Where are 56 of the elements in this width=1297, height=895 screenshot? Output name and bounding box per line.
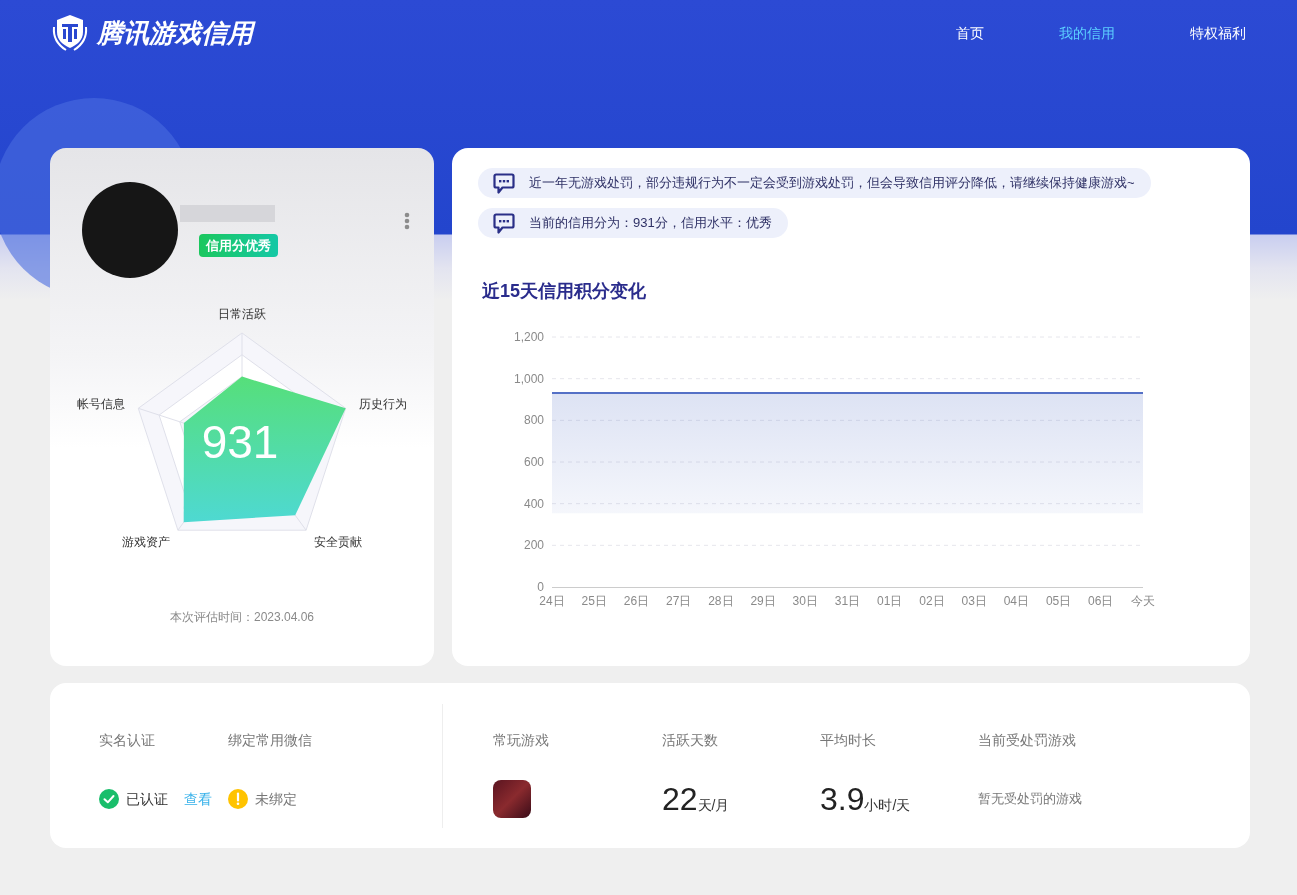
x-axis-label: 30日 <box>792 594 818 608</box>
nav-link[interactable]: 首页 <box>956 23 984 43</box>
y-axis-label: 0 <box>537 580 544 594</box>
radar-axis-label: 安全贡献 <box>314 534 363 549</box>
y-axis-label: 1,200 <box>513 330 544 344</box>
x-axis-label: 25日 <box>581 594 607 608</box>
x-axis-label: 06日 <box>1088 594 1114 608</box>
notice-text: 当前的信用分为：931分，信用水平：优秀 <box>529 214 772 232</box>
evaluation-time: 本次评估时间：2023.04.06 <box>169 609 315 626</box>
x-axis-label: 26日 <box>623 594 650 608</box>
stat-label: 平均时长 <box>820 731 876 750</box>
chat-bubble-icon <box>493 172 515 194</box>
stat-unit: 小时/天 <box>864 797 911 814</box>
y-axis-label: 1,000 <box>513 371 544 386</box>
notice-text: 近一年无游戏处罚，部分违规行为不一定会受到游戏处罚，但会导致信用评分降低，请继续保持健康游戏~ <box>529 174 1135 192</box>
x-axis-label: 29日 <box>750 594 776 608</box>
stat-label: 当前受处罚游戏 <box>978 731 1076 750</box>
x-axis-label: 01日 <box>877 594 903 608</box>
radar-axis-label: 帐号信息 <box>77 397 125 411</box>
stat-number: 22 <box>662 780 698 818</box>
radar-axis-label: 日常活跃 <box>218 307 266 321</box>
nav-link[interactable]: 我的信用 <box>1059 23 1115 43</box>
game-thumbnail[interactable] <box>493 780 531 818</box>
radar-axis-label: 游戏资产 <box>121 534 170 549</box>
radar-axis-label: 历史行为 <box>359 397 407 411</box>
x-axis-label: 27日 <box>665 594 692 608</box>
x-axis-label: 今天 <box>1131 594 1155 608</box>
nav-link[interactable]: 特权福利 <box>1190 23 1246 43</box>
account-status: 已认证 <box>126 790 168 809</box>
x-axis-label: 24日 <box>539 594 565 608</box>
chat-bubble-icon <box>493 212 515 234</box>
y-axis-label: 400 <box>523 496 544 511</box>
chart-title: 近15天信用积分变化 <box>481 280 647 303</box>
x-axis-label: 04日 <box>1003 594 1030 608</box>
x-axis-label: 31日 <box>834 594 861 608</box>
y-axis-label: 600 <box>523 455 544 469</box>
x-axis-label: 03日 <box>961 594 987 608</box>
check-circle-icon <box>99 789 119 809</box>
x-axis-label: 28日 <box>708 594 734 608</box>
x-axis-label: 02日 <box>919 594 945 608</box>
stat-label: 常玩游戏 <box>493 731 549 750</box>
warning-circle-icon <box>228 789 248 809</box>
stat-text: 暂无受处罚的游戏 <box>978 790 1082 808</box>
credit-level-badge: 信用分优秀 <box>199 234 278 257</box>
x-axis-label: 05日 <box>1045 594 1072 608</box>
stat-label: 活跃天数 <box>662 731 718 750</box>
account-label: 实名认证 <box>99 731 155 750</box>
account-status: 未绑定 <box>255 790 297 809</box>
y-axis-label: 200 <box>523 538 544 553</box>
shield-logo-icon <box>50 13 90 53</box>
stat-number: 3.9 <box>820 780 865 818</box>
account-label: 绑定常用微信 <box>228 731 312 750</box>
stat-unit: 天/月 <box>697 796 730 814</box>
more-options-icon[interactable] <box>404 212 410 230</box>
credit-score: 931 <box>201 416 279 468</box>
y-axis-label: 800 <box>523 413 544 428</box>
